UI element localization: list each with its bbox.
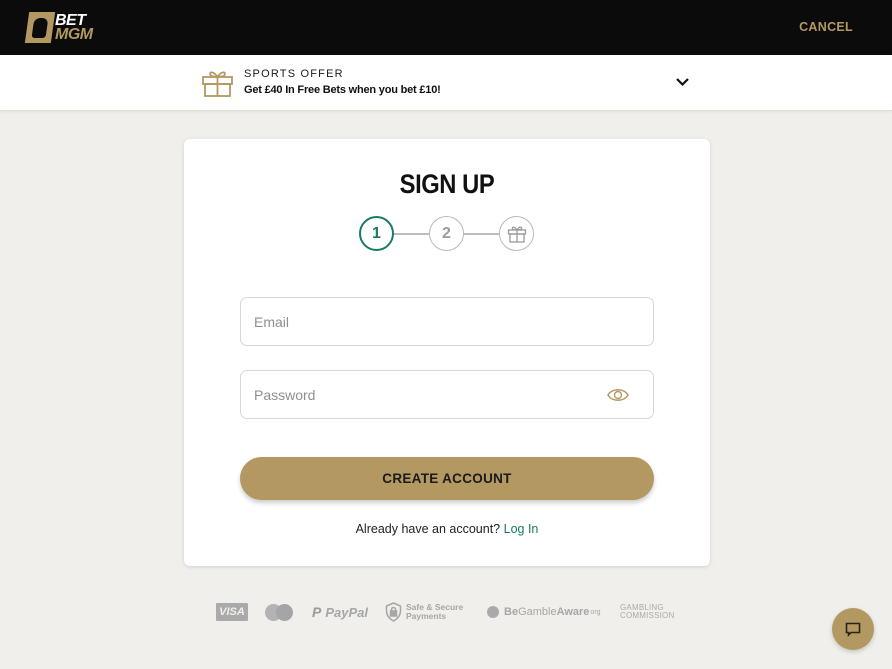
begamble-org: org xyxy=(590,608,601,616)
step-1-label: 1 xyxy=(372,224,381,242)
begamble-gamble: Gamble xyxy=(518,606,557,618)
email-input[interactable] xyxy=(241,298,653,345)
step-1: 1 xyxy=(359,216,394,251)
step-connector xyxy=(394,233,429,235)
shield-lock-icon xyxy=(385,602,402,622)
safe-secure-payments-badge: Safe & Secure Payments xyxy=(385,600,463,624)
signup-card: SIGN UP 1 2 CREATE ACCOUNT xyxy=(184,139,710,566)
signup-stepper: 1 2 xyxy=(359,216,535,252)
login-prompt-text: Already have an account? xyxy=(355,522,501,536)
gift-icon xyxy=(202,71,233,97)
secure-line-2: Payments xyxy=(406,611,447,621)
step-connector xyxy=(464,233,499,235)
mastercard-logo xyxy=(265,600,295,624)
chevron-down-icon[interactable] xyxy=(675,76,690,88)
gift-icon xyxy=(507,226,526,243)
gambling-commission-logo[interactable]: GAMBLING COMMISSION xyxy=(620,600,674,624)
offer-kicker: SPORTS OFFER xyxy=(244,68,344,80)
cancel-button[interactable]: CANCEL xyxy=(799,20,853,34)
step-reward xyxy=(499,216,534,251)
paypal-mark-icon: P xyxy=(312,604,322,620)
logo-text-mgm: MGM xyxy=(55,25,93,43)
password-input[interactable] xyxy=(241,371,653,418)
login-link[interactable]: Log In xyxy=(504,522,539,536)
betmgm-logo[interactable]: BET MGM xyxy=(24,12,93,43)
begambleaware-icon xyxy=(487,606,499,618)
step-2: 2 xyxy=(429,216,464,251)
sports-offer-banner[interactable]: SPORTS OFFER Get £40 In Free Bets when y… xyxy=(0,55,892,111)
visa-logo: VISA xyxy=(216,603,248,621)
commission-line-2: COMMISSION xyxy=(620,611,675,620)
begamble-be: Be xyxy=(504,606,519,618)
password-field[interactable] xyxy=(240,370,654,419)
footer-logos: VISA P PayPal Safe & Secure Payments Be G… xyxy=(0,600,892,624)
offer-text: Get £40 In Free Bets when you bet £10! xyxy=(244,84,441,96)
page-title: SIGN UP xyxy=(399,169,495,199)
eye-icon[interactable] xyxy=(607,387,629,403)
paypal-logo: P PayPal xyxy=(312,600,368,624)
begambleaware-logo[interactable]: Be Gamble Aware org xyxy=(487,600,601,624)
create-account-button[interactable]: CREATE ACCOUNT xyxy=(240,457,654,500)
top-bar: BET MGM CANCEL xyxy=(0,0,892,55)
step-2-label: 2 xyxy=(442,224,451,242)
email-field[interactable] xyxy=(240,297,654,346)
paypal-text: PayPal xyxy=(325,604,368,620)
lion-logo-icon xyxy=(24,12,56,43)
chat-bubble-icon xyxy=(845,622,861,637)
begamble-aware: Aware xyxy=(556,606,590,618)
login-prompt-row: Already have an account? Log In xyxy=(184,522,710,536)
live-chat-button[interactable] xyxy=(832,608,874,650)
